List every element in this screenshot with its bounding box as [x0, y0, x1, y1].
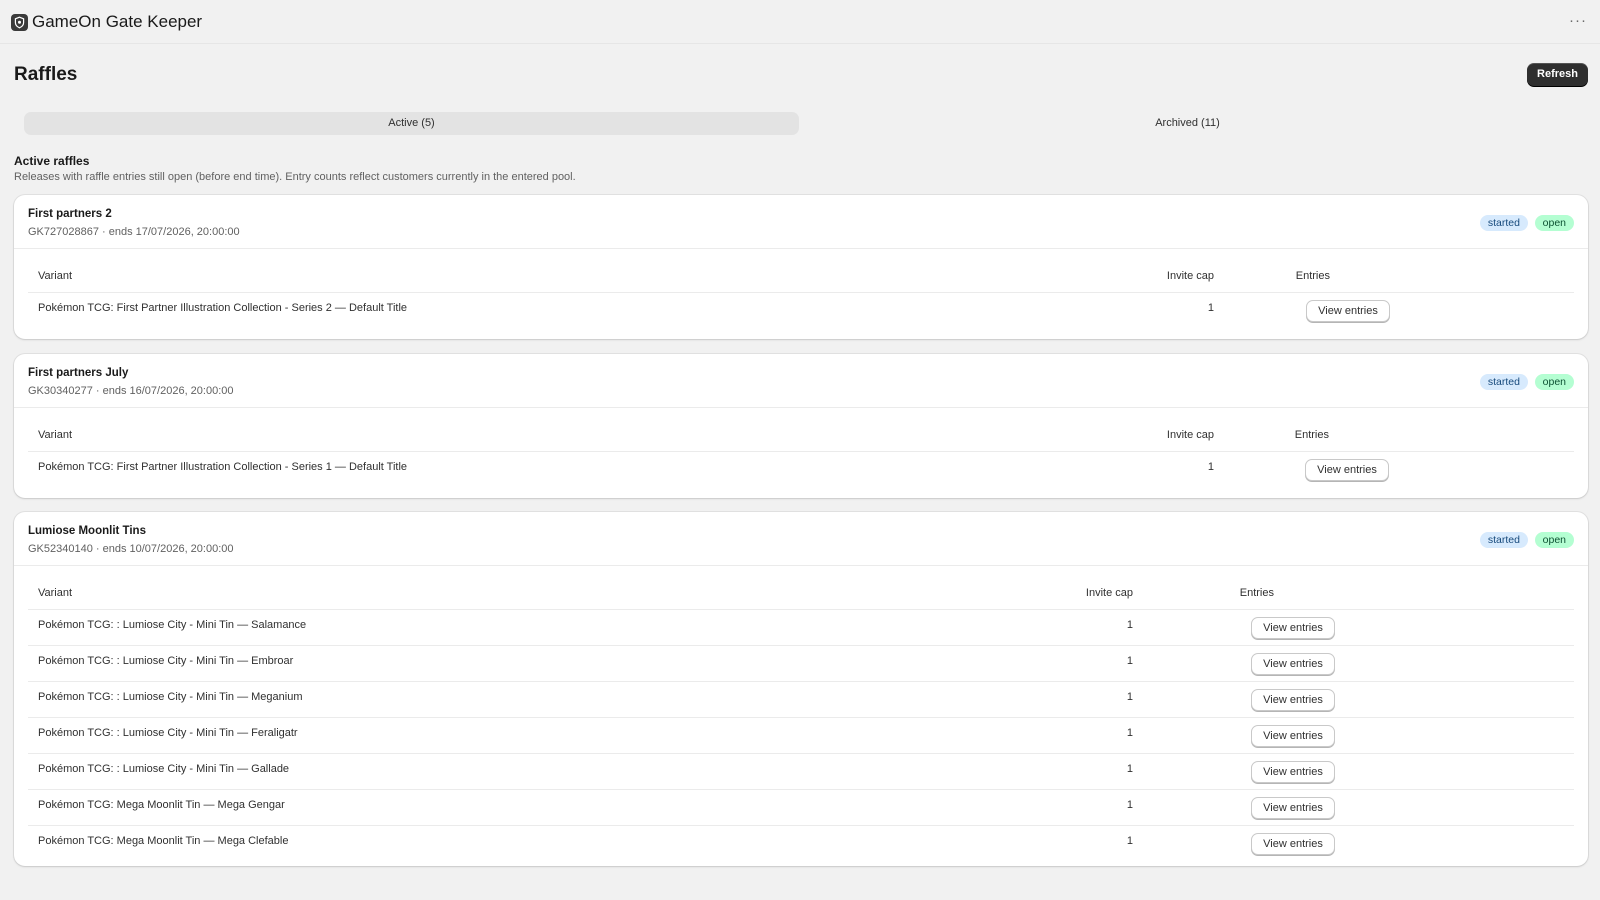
- view-entries-button[interactable]: View entries: [1305, 459, 1389, 481]
- raffle-tabs: Active (5) Archived (11): [24, 112, 1576, 135]
- variant-name: Pokémon TCG: Mega Moonlit Tin — Mega Gen…: [38, 799, 285, 811]
- status-badge-started: started: [1479, 215, 1528, 231]
- table-row: Pokémon TCG: First Partner Illustration …: [28, 451, 1574, 487]
- refresh-button[interactable]: Refresh: [1527, 63, 1588, 86]
- variant-name: Pokémon TCG: First Partner Illustration …: [38, 302, 408, 314]
- invite-cap-value: 1: [1126, 727, 1133, 739]
- variant-name: Pokémon TCG: : Lumiose City - Mini Tin —…: [38, 727, 298, 739]
- view-entries-button[interactable]: View entries: [1306, 300, 1390, 322]
- column-header-variant: Variant: [38, 587, 73, 599]
- raffle-card: Lumiose Moonlit Tins GK52340140 · ends 1…: [14, 512, 1588, 866]
- variant-name: Pokémon TCG: : Lumiose City - Mini Tin —…: [38, 619, 307, 631]
- variants-table: Variant Invite cap Entries Pokémon TCG: …: [28, 578, 1574, 861]
- shield-app-icon: [11, 14, 28, 31]
- column-header-entries: Entries: [1239, 587, 1274, 599]
- tab-active[interactable]: Active (5): [24, 112, 799, 135]
- view-entries-button[interactable]: View entries: [1251, 617, 1335, 639]
- variant-name: Pokémon TCG: : Lumiose City - Mini Tin —…: [38, 655, 294, 667]
- raffle-meta: GK727028867 · ends 17/07/2026, 20:00:00: [28, 226, 240, 238]
- top-bar: GameOn Gate Keeper ···: [0, 0, 1600, 44]
- table-row: Pokémon TCG: : Lumiose City - Mini Tin —…: [28, 753, 1574, 789]
- table-row: Pokémon TCG: First Partner Illustration …: [28, 292, 1574, 328]
- variant-name: Pokémon TCG: : Lumiose City - Mini Tin —…: [38, 763, 290, 775]
- invite-cap-value: 1: [1207, 461, 1214, 473]
- column-header-invite-cap: Invite cap: [1166, 270, 1214, 282]
- status-badge-started: started: [1479, 532, 1528, 548]
- card-divider: [14, 565, 1588, 566]
- tab-archived[interactable]: Archived (11): [799, 112, 1576, 135]
- column-header-entries: Entries: [1294, 429, 1329, 441]
- variant-name: Pokémon TCG: : Lumiose City - Mini Tin —…: [38, 691, 303, 703]
- table-row: Pokémon TCG: Mega Moonlit Tin — Mega Cle…: [28, 825, 1574, 861]
- card-divider: [14, 248, 1588, 249]
- table-row: Pokémon TCG: : Lumiose City - Mini Tin —…: [28, 609, 1574, 645]
- table-row: Pokémon TCG: : Lumiose City - Mini Tin —…: [28, 681, 1574, 717]
- view-entries-button[interactable]: View entries: [1251, 653, 1335, 675]
- invite-cap-value: 1: [1126, 619, 1133, 631]
- variant-name: Pokémon TCG: Mega Moonlit Tin — Mega Cle…: [38, 835, 289, 847]
- column-header-variant: Variant: [38, 270, 73, 282]
- table-row: Pokémon TCG: Mega Moonlit Tin — Mega Gen…: [28, 789, 1574, 825]
- view-entries-button[interactable]: View entries: [1251, 797, 1335, 819]
- raffle-meta: GK52340140 · ends 10/07/2026, 20:00:00: [28, 543, 234, 555]
- view-entries-button[interactable]: View entries: [1251, 761, 1335, 783]
- invite-cap-value: 1: [1126, 799, 1133, 811]
- raffle-name: First partners July: [28, 367, 129, 379]
- table-row: Pokémon TCG: : Lumiose City - Mini Tin —…: [28, 717, 1574, 753]
- status-badge-started: started: [1479, 374, 1528, 390]
- raffle-name: Lumiose Moonlit Tins: [28, 525, 146, 537]
- view-entries-button[interactable]: View entries: [1251, 689, 1335, 711]
- invite-cap-value: 1: [1126, 655, 1133, 667]
- variant-name: Pokémon TCG: First Partner Illustration …: [38, 461, 408, 473]
- invite-cap-value: 1: [1126, 691, 1133, 703]
- table-header-row: Variant Invite cap Entries: [28, 261, 1574, 292]
- variants-table: Variant Invite cap Entries Pokémon TCG: …: [28, 261, 1574, 328]
- table-header-row: Variant Invite cap Entries: [28, 578, 1574, 609]
- status-badge-open: open: [1534, 374, 1574, 390]
- raffle-name: First partners 2: [28, 208, 112, 220]
- card-divider: [14, 407, 1588, 408]
- view-entries-button[interactable]: View entries: [1251, 833, 1335, 855]
- column-header-invite-cap: Invite cap: [1085, 587, 1133, 599]
- page-title: Raffles: [14, 64, 78, 85]
- invite-cap-value: 1: [1126, 763, 1133, 775]
- column-header-invite-cap: Invite cap: [1166, 429, 1214, 441]
- section-title: Active raffles: [14, 154, 90, 168]
- status-badge-open: open: [1534, 532, 1574, 548]
- raffle-card: First partners 2 GK727028867 · ends 17/0…: [14, 195, 1588, 339]
- table-header-row: Variant Invite cap Entries: [28, 420, 1574, 451]
- invite-cap-value: 1: [1126, 835, 1133, 847]
- invite-cap-value: 1: [1207, 302, 1214, 314]
- column-header-entries: Entries: [1295, 270, 1330, 282]
- view-entries-button[interactable]: View entries: [1251, 725, 1335, 747]
- table-row: Pokémon TCG: : Lumiose City - Mini Tin —…: [28, 645, 1574, 681]
- column-header-variant: Variant: [38, 429, 73, 441]
- app-title: GameOn Gate Keeper: [32, 12, 203, 31]
- section-description: Releases with raffle entries still open …: [14, 171, 576, 183]
- raffle-card: First partners July GK30340277 · ends 16…: [14, 354, 1588, 498]
- raffle-meta: GK30340277 · ends 16/07/2026, 20:00:00: [28, 385, 234, 397]
- status-badge-open: open: [1534, 215, 1574, 231]
- variants-table: Variant Invite cap Entries Pokémon TCG: …: [28, 420, 1574, 487]
- more-actions-button[interactable]: ···: [1566, 11, 1590, 33]
